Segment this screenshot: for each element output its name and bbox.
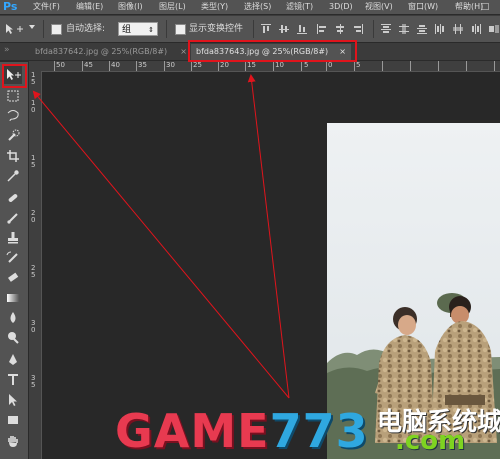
watermark-main-text: GAME773 <box>115 404 369 458</box>
watermark: GAME773 电脑系统城 .com <box>115 404 500 458</box>
maximize-button[interactable]: □ <box>477 1 493 13</box>
watermark-com-text: .com <box>395 426 466 456</box>
arrow-to-active-tab <box>247 74 290 399</box>
watermark-773-text: 773 <box>269 404 369 458</box>
minimize-button[interactable]: – <box>458 1 474 13</box>
arrow-to-move-tool <box>32 90 290 399</box>
annotation-arrows <box>32 74 290 399</box>
watermark-game-text: GAME <box>115 404 270 458</box>
